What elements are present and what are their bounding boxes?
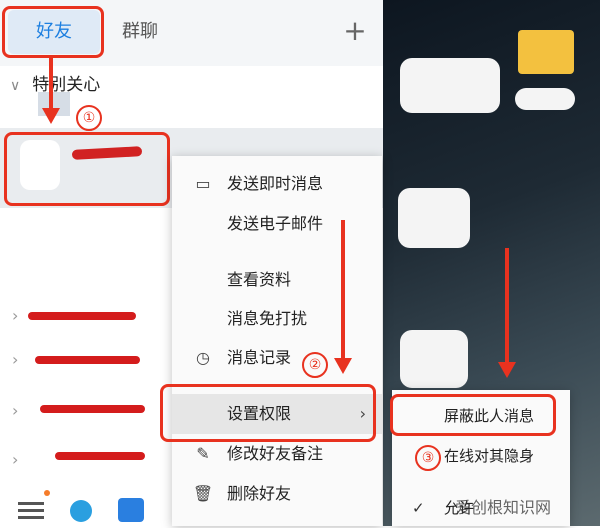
trash-icon: 🗑 <box>192 484 214 503</box>
plus-icon[interactable]: + <box>340 16 370 46</box>
annotation-arrowhead <box>498 362 516 378</box>
menu-item-send-email[interactable]: 发送电子邮件 <box>172 204 382 244</box>
redacted-group <box>28 312 136 320</box>
menu-item-do-not-disturb[interactable]: 消息免打扰 <box>172 299 382 339</box>
step-number: ② <box>302 352 328 378</box>
redacted-desktop-item <box>515 88 575 110</box>
notification-dot-icon <box>44 490 50 496</box>
annotation-arrowhead <box>42 108 60 124</box>
chevron-right-icon[interactable]: › <box>12 306 18 325</box>
chevron-right-icon[interactable]: › <box>12 350 18 369</box>
chevron-right-icon[interactable]: › <box>12 450 18 469</box>
step-number: ① <box>76 105 102 131</box>
redacted-desktop-item <box>398 188 470 248</box>
menu-item-send-message[interactable]: ▭ 发送即时消息 <box>172 164 382 204</box>
annotation-arrow <box>341 220 345 360</box>
annotation-box-permissions <box>160 384 376 442</box>
menu-item-view-profile[interactable]: 查看资料 <box>172 260 382 300</box>
annotation-arrowhead <box>334 358 352 374</box>
app-icon[interactable] <box>118 498 144 522</box>
annotation-box-tab <box>2 6 104 58</box>
annotation-arrow <box>49 58 53 110</box>
step-number: ③ <box>415 445 441 471</box>
annotation-box-block <box>390 394 556 436</box>
chevron-right-icon[interactable]: › <box>12 401 18 420</box>
context-menu: ▭ 发送即时消息 发送电子邮件 查看资料 消息免打扰 ◷ 消息记录 设置权限 › ✎ 修… <box>172 156 382 526</box>
redacted-group <box>55 452 145 460</box>
redacted-desktop-item <box>400 58 500 113</box>
redacted-group <box>35 356 140 364</box>
tab-groups[interactable]: 群聊 <box>110 10 170 54</box>
clock-icon: ◷ <box>196 348 210 367</box>
menu-item-delete-friend[interactable]: 🗑 删除好友 <box>172 474 382 514</box>
redacted-desktop-item <box>400 330 468 388</box>
menu-icon[interactable] <box>18 502 44 505</box>
chat-icon: ▭ <box>195 174 211 193</box>
chevron-down-icon: ∨ <box>10 78 21 94</box>
annotation-box-friend <box>4 132 170 206</box>
redacted-group <box>40 405 145 413</box>
watermark: 爱创根知识网 <box>455 498 552 517</box>
annotation-arrow <box>505 248 509 364</box>
check-icon: ✓ <box>412 499 425 517</box>
folder-icon[interactable] <box>518 30 574 74</box>
contacts-icon[interactable] <box>70 500 92 522</box>
